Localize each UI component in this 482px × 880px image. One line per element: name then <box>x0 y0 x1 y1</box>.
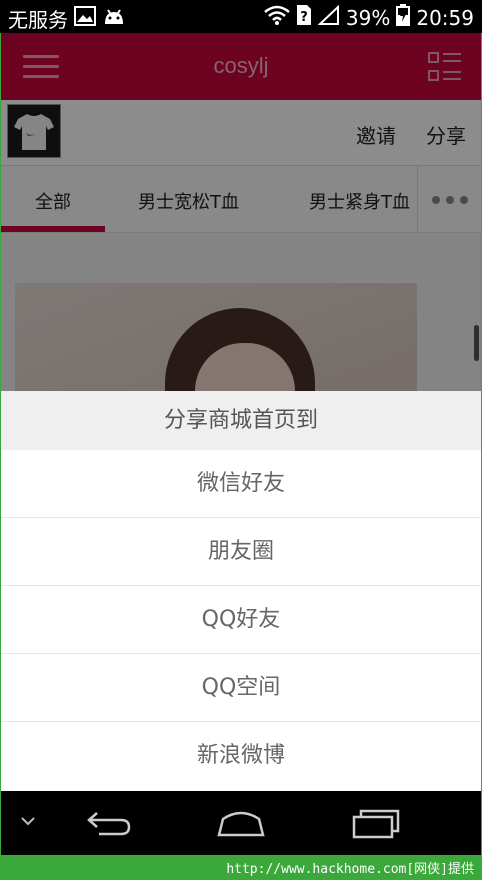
sim-unknown-icon: ? <box>296 4 312 31</box>
share-moments[interactable]: 朋友圈 <box>1 518 481 586</box>
recent-apps-icon[interactable] <box>351 805 401 845</box>
share-wechat-friends[interactable]: 微信好友 <box>1 450 481 518</box>
back-icon[interactable] <box>85 805 133 845</box>
app-window: cosylj 邀请 分享 全部 男士宽松T血 男士紧身T血 分享商城首页到 微信… <box>1 33 481 791</box>
collapse-icon[interactable] <box>19 813 37 832</box>
share-sheet: 分享商城首页到 微信好友 朋友圈 QQ好友 QQ空间 新浪微博 <box>1 391 481 791</box>
home-icon[interactable] <box>215 805 267 845</box>
watermark-text: http://www.hackhome.com[网侠]提供 <box>226 862 474 877</box>
gallery-icon <box>74 6 96 31</box>
android-icon <box>102 7 126 31</box>
share-qzone[interactable]: QQ空间 <box>1 654 481 722</box>
share-weibo[interactable]: 新浪微博 <box>1 722 481 790</box>
battery-percent: 39% <box>345 5 391 30</box>
svg-text:?: ? <box>300 10 308 25</box>
share-qq-friends[interactable]: QQ好友 <box>1 586 481 654</box>
status-bar: 无服务 ? 39% 20:59 <box>0 0 482 33</box>
share-sheet-title: 分享商城首页到 <box>1 391 481 450</box>
navigation-bar <box>1 791 481 855</box>
battery-charging-icon <box>396 4 411 31</box>
signal-icon <box>317 4 340 30</box>
carrier-label: 无服务 <box>8 8 68 32</box>
clock: 20:59 <box>416 5 474 30</box>
footer-strip: http://www.hackhome.com[网侠]提供 <box>0 855 482 880</box>
wifi-icon <box>264 5 290 30</box>
